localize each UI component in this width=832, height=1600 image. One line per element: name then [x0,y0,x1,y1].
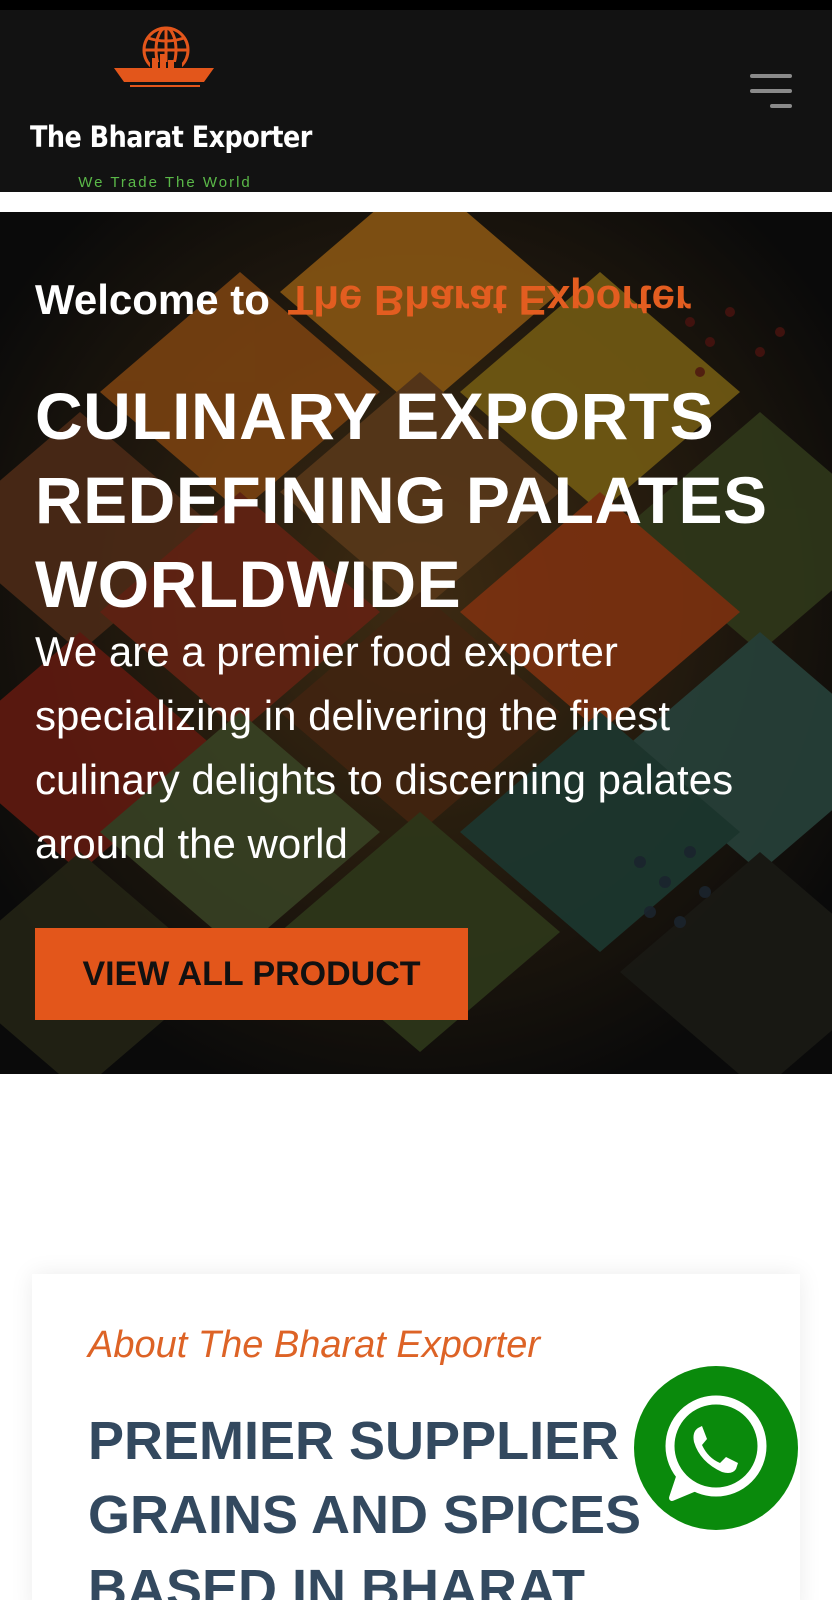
brand-name: The Bharat Exporter [30,120,312,154]
hero-headline: CULINARY EXPORTS REDEFINING PALATES WORL… [35,379,768,621]
header-gap [0,192,832,212]
hero-content: Welcome to The Bharat Exporter CULINARY … [35,274,815,876]
welcome-brand: The Bharat Exporter [287,277,692,324]
globe-ship-icon [114,26,214,87]
about-kicker: About The Bharat Exporter [88,1324,541,1366]
brand-tagline: We Trade The World [78,174,252,191]
hamburger-menu-icon[interactable] [748,72,796,114]
whatsapp-button[interactable] [634,1366,798,1530]
site-header: The Bharat Exporter We Trade The World [0,10,832,192]
whatsapp-icon [665,1395,767,1501]
site-logo[interactable]: The Bharat Exporter We Trade The World [30,24,312,194]
status-strip [0,0,832,10]
hero-description: We are a premier food exporter specializ… [35,628,734,867]
hero-section: Welcome to The Bharat Exporter CULINARY … [0,212,832,1074]
view-all-product-button[interactable]: VIEW ALL PRODUCT [35,928,468,1020]
welcome-prefix: Welcome to [35,276,270,323]
welcome-heading: Welcome to The Bharat Exporter [35,274,815,326]
